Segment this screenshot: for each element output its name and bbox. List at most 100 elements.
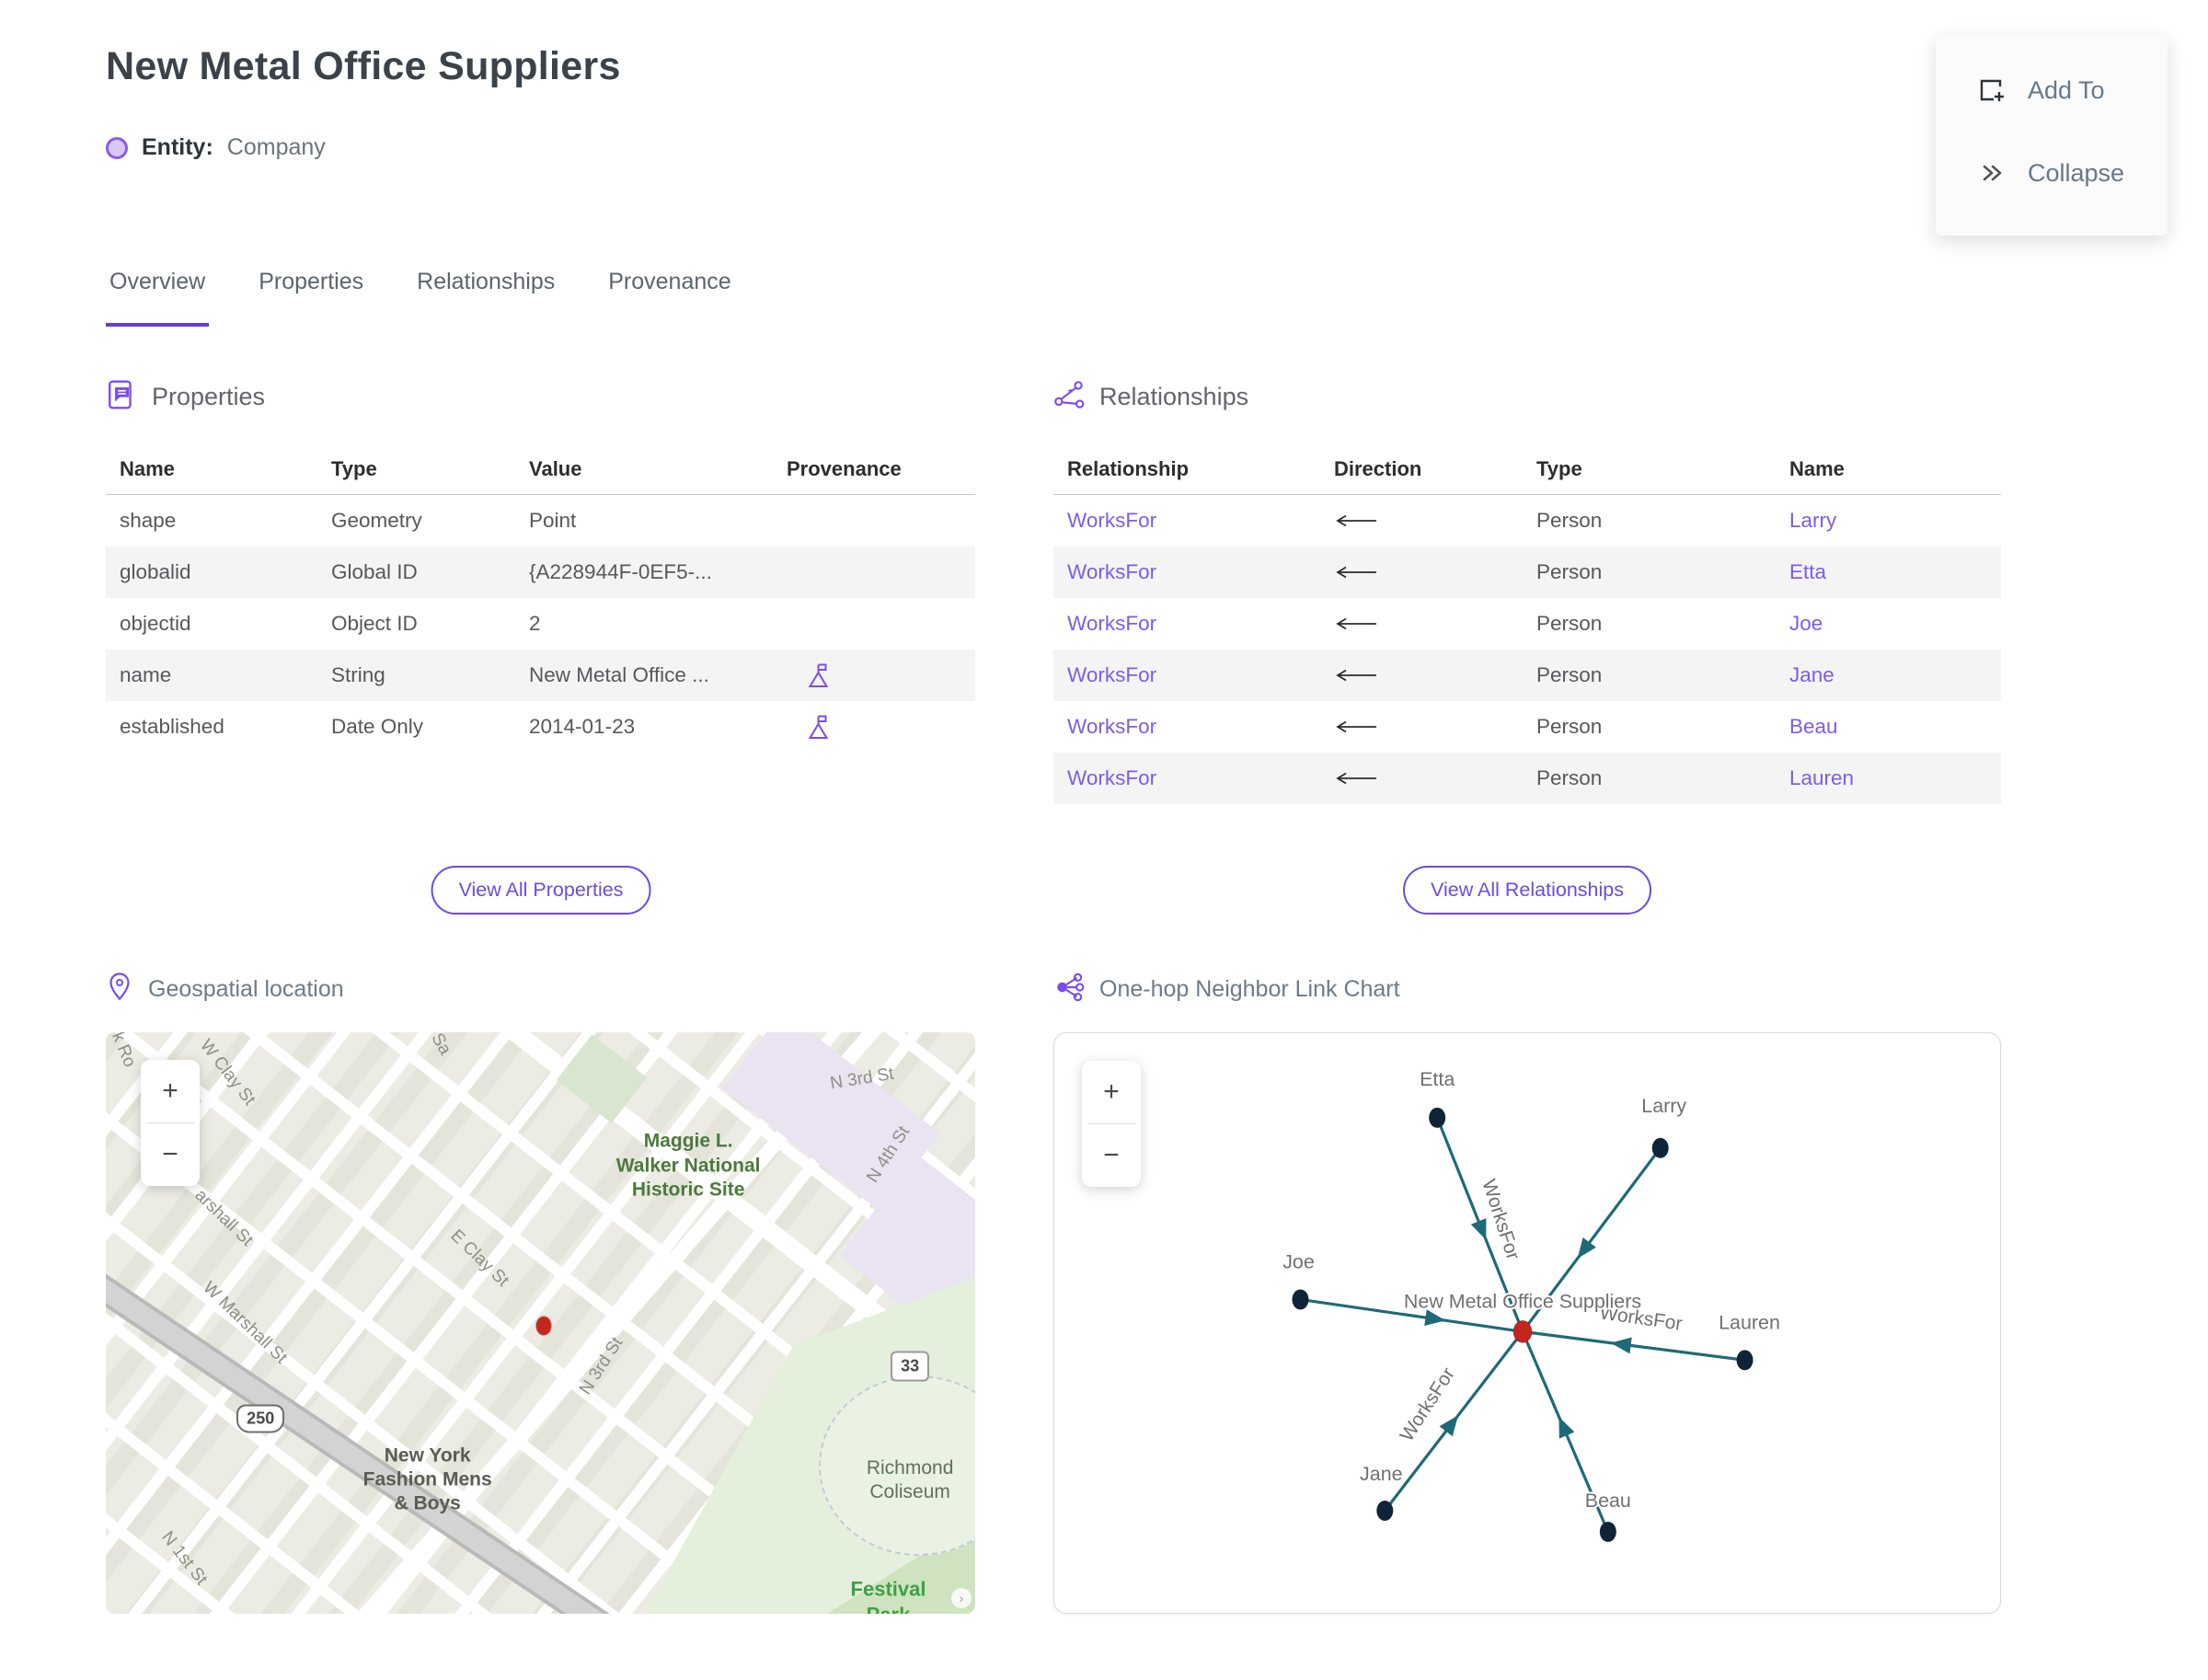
property-name-cell: globalid (120, 560, 191, 583)
relationship-type-link[interactable]: WorksFor (1053, 612, 1320, 636)
map-pin-icon (106, 972, 133, 1007)
relationships-icon (1053, 379, 1085, 415)
property-type-cell: Date Only (331, 715, 424, 738)
node-label-beau: Beau (1585, 1490, 1631, 1512)
tab-properties[interactable]: Properties (255, 269, 367, 327)
chart-zoom-control: + − (1082, 1061, 1141, 1187)
node-label-joe: Joe (1282, 1251, 1315, 1273)
collapse-button[interactable]: Collapse (1936, 158, 2168, 188)
geospatial-section-title: Geospatial location (148, 976, 344, 1002)
edge-worksfor-lauren[interactable] (1522, 1329, 1745, 1362)
map-attribution-toggle[interactable]: › (951, 1588, 972, 1608)
table-row: objectid Object ID 2 (106, 598, 975, 650)
column-header: Direction (1334, 457, 1422, 480)
column-header: Name (1789, 457, 1845, 480)
property-value-cell: 2014-01-23 (529, 715, 636, 738)
properties-table: Name Type Value Provenance shape Geometry Poin… (106, 446, 975, 753)
relationships-section-title: Relationships (1099, 383, 1249, 410)
relationships-table: Relationship Direction Type Name WorksFor Per… (1053, 446, 2001, 804)
related-entity-name-link[interactable]: Jane (1776, 663, 2001, 687)
link-chart-section-title: One-hop Neighbor Link Chart (1099, 976, 1400, 1002)
map-zoom-out-button[interactable]: − (141, 1123, 200, 1186)
map-canvas[interactable]: k Ro W Clay St Sa N 3rd St Maggie L. Walker … (106, 1032, 975, 1614)
relationship-type-link[interactable]: WorksFor (1053, 766, 1320, 790)
node-label-larry: Larry (1641, 1095, 1686, 1117)
relationship-type-link[interactable]: WorksFor (1053, 715, 1320, 739)
center-node-entity[interactable] (1512, 1319, 1533, 1343)
provenance-flag-icon[interactable] (787, 713, 975, 741)
tab-provenance[interactable]: Provenance (604, 269, 734, 327)
view-all-properties-button[interactable]: View All Properties (431, 866, 651, 915)
table-row: shape Geometry Point (106, 495, 975, 547)
relationship-type-link[interactable]: WorksFor (1053, 560, 1320, 584)
arrow-left-icon (1334, 668, 1523, 683)
map-zoom-in-button[interactable]: + (141, 1060, 200, 1122)
node-joe[interactable] (1292, 1289, 1309, 1310)
column-header: Value (529, 457, 582, 480)
chart-zoom-in-button[interactable]: + (1082, 1061, 1141, 1123)
column-header: Type (1536, 457, 1582, 480)
table-row: established Date Only 2014-01-23 (106, 701, 975, 753)
related-entity-name-link[interactable]: Joe (1776, 612, 2001, 636)
related-entity-name-link[interactable]: Beau (1776, 715, 2001, 739)
table-row: WorksFor Person Joe (1053, 598, 2001, 650)
table-row: WorksFor Person Larry (1053, 495, 2001, 547)
entity-location-marker[interactable] (536, 1316, 552, 1335)
node-lauren[interactable] (1736, 1350, 1754, 1371)
double-chevron-right-icon (1976, 158, 2006, 188)
arrow-left-icon (1334, 719, 1523, 734)
center-node-label: New Metal Office Suppliers (1404, 1290, 1641, 1312)
add-to-icon (1976, 75, 2006, 105)
related-entity-type-cell: Person (1536, 509, 1603, 532)
geospatial-section-header: Geospatial location (106, 972, 344, 1007)
tab-overview[interactable]: Overview (106, 269, 210, 327)
property-type-cell: String (331, 663, 385, 686)
one-hop-icon (1053, 972, 1085, 1007)
relationship-type-link[interactable]: WorksFor (1053, 509, 1320, 533)
direction-cell (1320, 668, 1523, 683)
property-type-cell: Object ID (331, 612, 418, 635)
node-jane[interactable] (1376, 1501, 1394, 1521)
provenance-flag-icon[interactable] (787, 662, 975, 689)
relationships-section-header: Relationships (1053, 379, 2001, 415)
view-all-relationships-button[interactable]: View All Relationships (1403, 866, 1651, 915)
related-entity-name-link[interactable]: Larry (1776, 509, 2001, 533)
related-entity-name-link[interactable]: Etta (1776, 560, 2001, 584)
arrow-left-icon (1334, 565, 1523, 580)
property-name-cell: name (120, 663, 172, 686)
property-value-cell: {A228944F-0EF5-... (529, 560, 712, 583)
tab-bar: Overview Properties Relationships Provenanc… (106, 269, 735, 327)
link-chart-svg: WorksForWorksForWorksForEttaLarryJoeLaur… (1281, 1066, 1782, 1542)
add-to-label: Add To (2028, 75, 2105, 104)
edge-arrowhead-icon (1470, 1218, 1487, 1240)
link-chart-canvas[interactable]: + − WorksFor WorksFor WorksFor Etta Larry Joe… (1053, 1032, 2001, 1614)
node-label-etta: Etta (1420, 1068, 1455, 1090)
property-type-cell: Geometry (331, 509, 422, 532)
map-label: Richmond Coliseum (866, 1456, 954, 1502)
column-header: Provenance (787, 457, 902, 480)
table-row: globalid Global ID {A228944F-0EF5-... (106, 547, 975, 598)
property-name-cell: established (120, 715, 224, 738)
node-beau[interactable] (1599, 1521, 1616, 1542)
property-value-cell: Point (529, 509, 577, 532)
table-row: WorksFor Person Beau (1053, 701, 2001, 753)
route-shield-33: 33 (891, 1351, 930, 1382)
collapse-label: Collapse (2028, 158, 2125, 187)
page-title: New Metal Office Suppliers (106, 44, 621, 88)
add-to-button[interactable]: Add To (1936, 75, 2168, 105)
entity-type-value: Company (226, 134, 326, 160)
actions-card: Add To Collapse (1936, 35, 2168, 236)
chart-zoom-out-button[interactable]: − (1082, 1124, 1141, 1187)
related-entity-type-cell: Person (1536, 715, 1603, 738)
related-entity-name-link[interactable]: Lauren (1776, 766, 2001, 790)
direction-cell (1320, 719, 1523, 734)
property-value-cell: New Metal Office ... (529, 663, 709, 686)
tab-relationships[interactable]: Relationships (413, 269, 558, 327)
direction-cell (1320, 513, 1523, 528)
node-larry[interactable] (1651, 1137, 1669, 1158)
node-label-lauren: Lauren (1719, 1311, 1780, 1333)
node-etta[interactable] (1429, 1107, 1446, 1128)
property-name-cell: objectid (120, 612, 191, 635)
property-name-cell: shape (120, 509, 177, 532)
relationship-type-link[interactable]: WorksFor (1053, 663, 1320, 687)
